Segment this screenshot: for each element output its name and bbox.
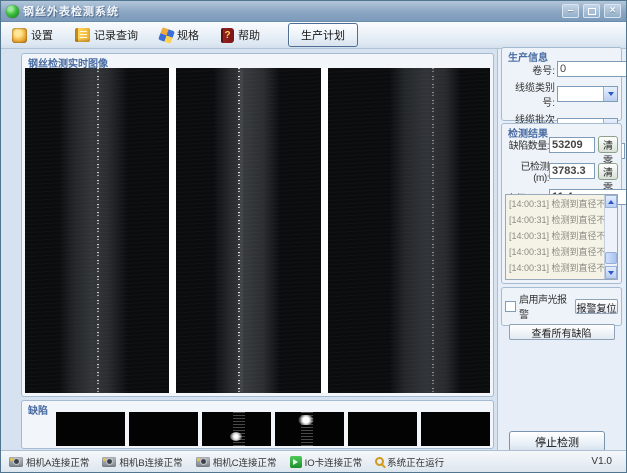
camera-icon	[102, 457, 116, 467]
settings-button[interactable]: 设置	[8, 24, 57, 46]
camera-view-area	[25, 68, 490, 393]
settings-icon	[12, 28, 27, 43]
roll-number-field[interactable]	[557, 61, 627, 77]
settings-label: 设置	[31, 27, 53, 43]
log-entry: [14:00:31] 检测到直径不合格	[506, 275, 617, 280]
sound-alarm-checkbox[interactable]	[505, 301, 516, 312]
results-title: 检测结果	[508, 125, 548, 140]
defect-title: 缺陷	[28, 402, 48, 417]
io-card-icon	[290, 456, 302, 468]
defect-thumbnail-strip	[56, 412, 490, 446]
window-title: 钢丝外表检测系统	[23, 3, 558, 19]
defect-thumbnail-3[interactable]	[202, 412, 271, 446]
minimize-button[interactable]: –	[562, 4, 579, 18]
detection-log-list[interactable]: [14:00:31] 检测到直径不合格 [14:00:31] 检测到直径不合格 …	[505, 194, 618, 280]
alarm-panel: 启用声光报警 报警复位 查看所有缺陷	[501, 287, 622, 326]
records-icon	[75, 28, 90, 42]
measured-length-field[interactable]	[549, 163, 595, 179]
log-entry: [14:00:31] 检测到直径不合格	[506, 243, 617, 259]
defect-thumbnail-2[interactable]	[129, 412, 198, 446]
scroll-up-button[interactable]	[605, 195, 617, 208]
wire-glint-b	[238, 68, 240, 393]
status-camera-b: 相机B连接正常	[102, 455, 182, 469]
defect-count-field[interactable]	[549, 137, 595, 153]
help-icon: ?	[221, 28, 234, 43]
camera-icon	[196, 457, 210, 467]
wire-image-c	[389, 68, 460, 393]
status-running-label: 系统正在运行	[387, 455, 444, 469]
status-camera-a-label: 相机A连接正常	[26, 455, 89, 469]
status-system-running: 系统正在运行	[375, 455, 444, 469]
clear-length-button[interactable]: 清零	[598, 163, 618, 180]
magnifier-icon	[375, 457, 384, 466]
view-defects-button[interactable]: 查看所有缺陷	[509, 324, 615, 340]
app-window: 钢丝外表检测系统 – × 设置 记录查询 规格 ? 帮助 生产计划 钢丝检测实时…	[0, 0, 627, 473]
wire-image-b	[213, 68, 280, 393]
status-io-card: IO卡连接正常	[290, 455, 363, 469]
status-camera-b-label: 相机B连接正常	[119, 455, 182, 469]
defect-thumbnail-6[interactable]	[421, 412, 490, 446]
close-button[interactable]: ×	[604, 4, 621, 18]
app-icon	[6, 5, 19, 18]
camera-panel-b	[176, 68, 321, 393]
log-scrollbar[interactable]	[604, 195, 617, 279]
camera-panel-a	[25, 68, 169, 393]
stop-detection-button[interactable]: 停止检测	[509, 431, 605, 452]
status-bar: 相机A连接正常 相机B连接正常 相机C连接正常 IO卡连接正常 系统正在运行 V…	[1, 450, 626, 472]
camera-panel-c	[328, 68, 490, 393]
specs-icon	[158, 27, 175, 44]
help-label: 帮助	[238, 27, 260, 43]
restore-button[interactable]	[583, 4, 600, 18]
help-button[interactable]: ? 帮助	[217, 24, 264, 46]
version-label: V1.0	[591, 456, 618, 467]
production-info-title: 生产信息	[508, 49, 548, 64]
defect-group: 缺陷	[21, 400, 494, 449]
production-info-group: 生产信息 卷号: 线缆类别号: 线缆批次号: 设定直径: ±	[501, 47, 622, 121]
toolbar: 设置 记录查询 规格 ? 帮助 生产计划	[1, 22, 626, 49]
sound-alarm-label: 启用声光报警	[519, 291, 572, 321]
status-camera-c: 相机C连接正常	[196, 455, 277, 469]
production-plan-button[interactable]: 生产计划	[288, 23, 358, 47]
log-entry: [14:00:31] 检测到直径不合格	[506, 211, 617, 227]
record-query-label: 记录查询	[94, 27, 138, 43]
log-entry: [14:00:31] 检测到直径不合格	[506, 259, 617, 275]
arrow-down-icon	[608, 271, 614, 275]
status-io-label: IO卡连接正常	[305, 455, 363, 469]
chevron-down-icon	[608, 92, 614, 96]
defect-thumbnail-5[interactable]	[348, 412, 417, 446]
camera-icon	[9, 457, 23, 467]
restore-icon	[588, 8, 596, 15]
scrollbar-thumb[interactable]	[605, 252, 617, 264]
status-camera-c-label: 相机C连接正常	[213, 455, 277, 469]
measured-length-label: 已检测(m):	[505, 158, 549, 184]
defect-thumbnail-4[interactable]	[275, 412, 344, 446]
results-group: 检测结果 缺陷数量: 清零 已检测(m): 清零 直径(mm): [14:00:…	[501, 123, 622, 284]
clear-count-button[interactable]: 清零	[598, 136, 618, 153]
title-bar[interactable]: 钢丝外表检测系统 – ×	[1, 1, 626, 22]
arrow-up-icon	[608, 200, 614, 204]
wire-glint-a	[97, 68, 99, 393]
wire-glint-c	[432, 68, 434, 393]
defect-thumbnail-1[interactable]	[56, 412, 125, 446]
alarm-reset-button[interactable]: 报警复位	[575, 299, 618, 314]
scroll-down-button[interactable]	[605, 266, 617, 279]
specs-label: 规格	[177, 27, 199, 43]
log-entry: [14:00:31] 检测到直径不合格	[506, 227, 617, 243]
status-camera-a: 相机A连接正常	[9, 455, 89, 469]
wire-image-a	[59, 68, 128, 393]
cable-category-label: 线缆类别号:	[505, 79, 557, 109]
scrollbar-track[interactable]	[605, 208, 617, 266]
category-dropdown-button[interactable]	[603, 87, 617, 101]
cable-category-select[interactable]	[557, 86, 618, 102]
specs-button[interactable]: 规格	[156, 24, 203, 46]
record-query-button[interactable]: 记录查询	[71, 24, 142, 46]
log-entry: [14:00:31] 检测到直径不合格	[506, 195, 617, 211]
live-view-group: 钢丝检测实时图像	[21, 53, 494, 397]
